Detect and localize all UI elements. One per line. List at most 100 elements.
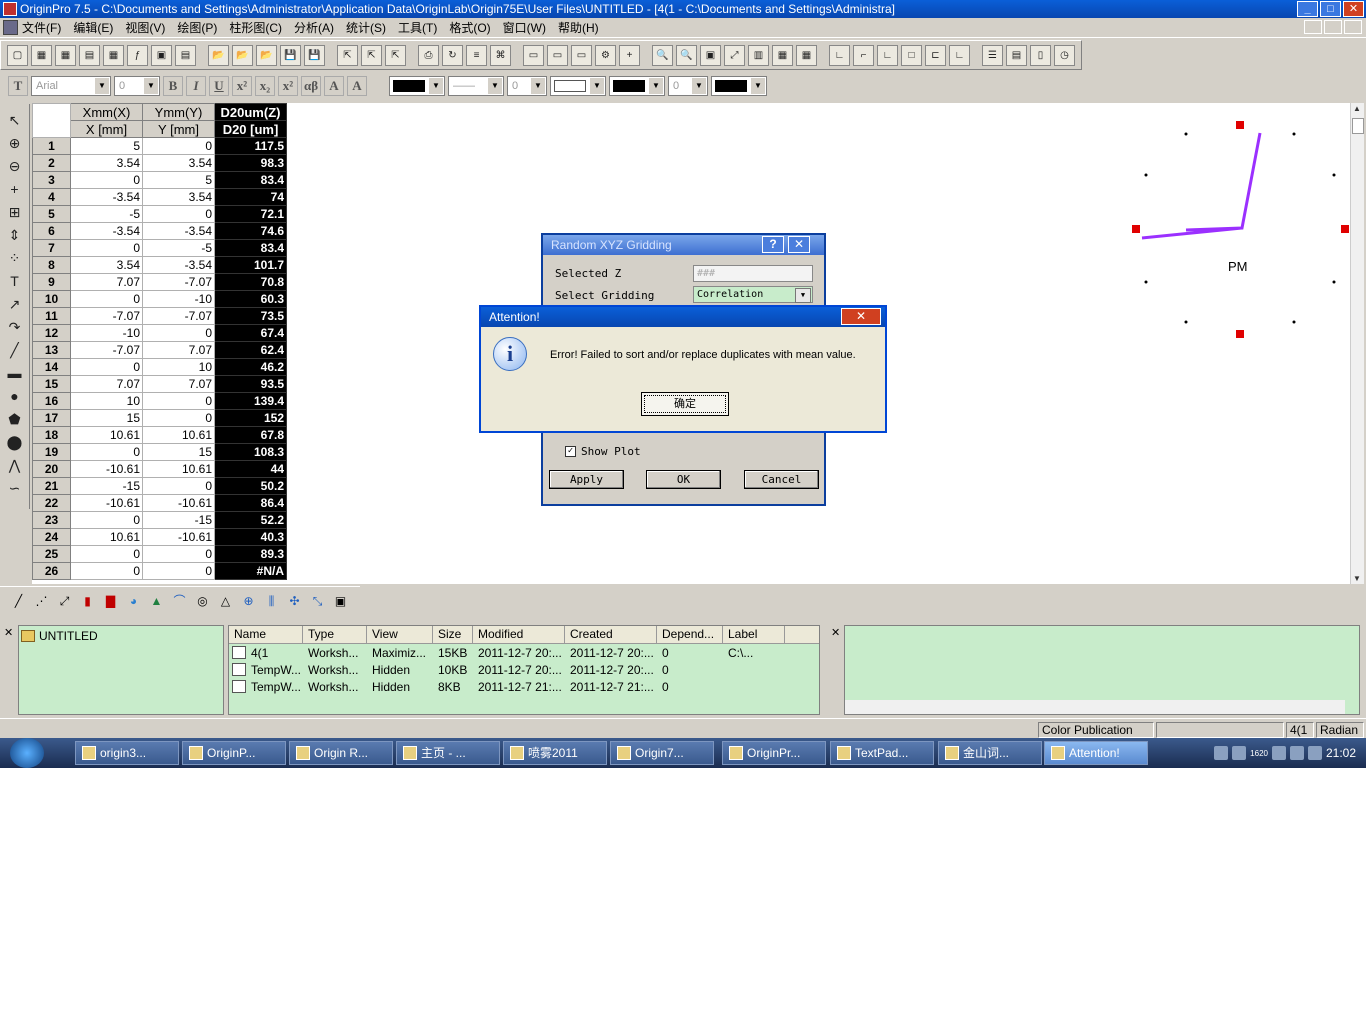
- menu-view[interactable]: 视图(V): [125, 19, 165, 36]
- cell-z[interactable]: 98.3: [214, 154, 287, 172]
- arrow-tool-icon[interactable]: ↗: [4, 294, 26, 314]
- cell-z[interactable]: 72.1: [214, 205, 287, 223]
- pattern-color-select[interactable]: [711, 76, 767, 96]
- cell-y[interactable]: -3.54: [142, 222, 215, 240]
- attention-close-button[interactable]: ✕: [841, 308, 881, 325]
- maximize-button[interactable]: □: [1320, 1, 1341, 17]
- cell-z[interactable]: 46.2: [214, 358, 287, 376]
- cell-z[interactable]: 67.8: [214, 426, 287, 444]
- pattern-width-select[interactable]: 0: [668, 76, 708, 96]
- region-tool-icon[interactable]: ⬤: [4, 432, 26, 452]
- import-wizard-icon[interactable]: ⇱: [385, 44, 406, 66]
- taskbar-item[interactable]: origin3...: [75, 741, 179, 765]
- cell-y[interactable]: 0: [142, 562, 215, 580]
- row-number[interactable]: 14: [32, 358, 71, 376]
- cell-x[interactable]: -3.54: [70, 188, 143, 206]
- cell-y[interactable]: 0: [142, 324, 215, 342]
- mdi-minimize-button[interactable]: [1304, 20, 1322, 34]
- supersub-button[interactable]: x²: [278, 76, 298, 96]
- cell-x[interactable]: 3.54: [70, 256, 143, 274]
- add-layer-icon[interactable]: ▥: [748, 44, 769, 66]
- cell-x[interactable]: -10.61: [70, 494, 143, 512]
- close-button[interactable]: ✕: [1343, 1, 1364, 17]
- cell-z[interactable]: 83.4: [214, 239, 287, 257]
- row-number[interactable]: 8: [32, 256, 71, 274]
- zoom-icon[interactable]: ⊕: [4, 133, 26, 153]
- cell-x[interactable]: 3.54: [70, 154, 143, 172]
- taskbar-item[interactable]: Origin R...: [289, 741, 393, 765]
- subscript-button[interactable]: x₂: [255, 76, 275, 96]
- row-number[interactable]: 21: [32, 477, 71, 495]
- row-number[interactable]: 10: [32, 290, 71, 308]
- increase-font-button[interactable]: A: [324, 76, 344, 96]
- cell-y[interactable]: -10.61: [142, 528, 215, 546]
- cell-x[interactable]: 0: [70, 545, 143, 563]
- cell-x[interactable]: 0: [70, 511, 143, 529]
- results-log-icon[interactable]: ▭: [523, 44, 544, 66]
- script-window-icon[interactable]: ▭: [571, 44, 592, 66]
- contour-icon[interactable]: ⌒: [169, 591, 190, 612]
- cell-z[interactable]: 117.5: [214, 137, 287, 155]
- cell-x[interactable]: -5: [70, 205, 143, 223]
- axis-top-icon[interactable]: ⌐: [853, 44, 874, 66]
- row-number[interactable]: 12: [32, 324, 71, 342]
- row-number[interactable]: 9: [32, 273, 71, 291]
- line-color-select[interactable]: [550, 76, 606, 96]
- row-number[interactable]: 15: [32, 375, 71, 393]
- cell-y[interactable]: 7.07: [142, 341, 215, 359]
- cell-x[interactable]: 7.07: [70, 375, 143, 393]
- gridding-cancel-button[interactable]: Cancel: [744, 470, 819, 489]
- list-item[interactable]: TempW... Worksh... Hidden 10KB 2011-12-7 20:…: [229, 661, 819, 678]
- menu-window[interactable]: 窗口(W): [503, 19, 546, 36]
- fill-color-select[interactable]: [609, 76, 665, 96]
- cell-z[interactable]: 50.2: [214, 477, 287, 495]
- cell-y[interactable]: 7.07: [142, 375, 215, 393]
- cell-y[interactable]: -10: [142, 290, 215, 308]
- legend-icon[interactable]: ☰: [982, 44, 1003, 66]
- row-number[interactable]: 5: [32, 205, 71, 223]
- row-number[interactable]: 25: [32, 545, 71, 563]
- cell-x[interactable]: 0: [70, 290, 143, 308]
- column-header[interactable]: View: [367, 626, 433, 643]
- network-icon[interactable]: [1289, 746, 1304, 760]
- row-number[interactable]: 17: [32, 409, 71, 427]
- cell-x[interactable]: 10.61: [70, 528, 143, 546]
- gridding-method-select[interactable]: Correlation: [693, 286, 813, 303]
- cell-y[interactable]: 0: [142, 545, 215, 563]
- smith-chart-icon[interactable]: ⊕: [238, 591, 259, 612]
- row-number[interactable]: 3: [32, 171, 71, 189]
- area-plot-icon[interactable]: ▲: [146, 591, 167, 612]
- new-layout-icon[interactable]: ▣: [151, 44, 172, 66]
- zoom-out-icon[interactable]: 🔍: [676, 44, 697, 66]
- taskbar-item[interactable]: 主页 - ...: [396, 741, 500, 765]
- vector-xyam-icon[interactable]: ✣: [284, 591, 305, 612]
- row-number[interactable]: 24: [32, 528, 71, 546]
- mdi-close-button[interactable]: [1344, 20, 1362, 34]
- menu-help[interactable]: 帮助(H): [558, 19, 599, 36]
- cell-x[interactable]: 10: [70, 392, 143, 410]
- axis-cross-icon[interactable]: ⊏: [925, 44, 946, 66]
- open-template-icon[interactable]: 📂: [232, 44, 253, 66]
- new-notes-icon[interactable]: ▤: [175, 44, 196, 66]
- row-number[interactable]: 2: [32, 154, 71, 172]
- underline-button[interactable]: U: [209, 76, 229, 96]
- cell-x[interactable]: -7.07: [70, 307, 143, 325]
- cell-z[interactable]: 152: [214, 409, 287, 427]
- cell-z[interactable]: 108.3: [214, 443, 287, 461]
- gridding-ok-button[interactable]: OK: [646, 470, 721, 489]
- new-excel-icon[interactable]: ▦: [55, 44, 76, 66]
- menu-analysis[interactable]: 分析(A): [294, 19, 334, 36]
- attention-ok-button[interactable]: 确定: [641, 392, 729, 416]
- cell-x[interactable]: -7.07: [70, 341, 143, 359]
- vector-xyxy-icon[interactable]: ⤡: [307, 591, 328, 612]
- line-style-select[interactable]: ——: [448, 76, 504, 96]
- template-library-icon[interactable]: ▣: [330, 591, 351, 612]
- vector-icon[interactable]: ⫼: [261, 591, 282, 612]
- cell-z[interactable]: 52.2: [214, 511, 287, 529]
- cell-y[interactable]: 3.54: [142, 188, 215, 206]
- cell-y[interactable]: 15: [142, 443, 215, 461]
- cell-z[interactable]: 62.4: [214, 341, 287, 359]
- taskbar-item[interactable]: 金山词...: [938, 741, 1042, 765]
- cell-x[interactable]: 7.07: [70, 273, 143, 291]
- refresh-icon[interactable]: ↻: [442, 44, 463, 66]
